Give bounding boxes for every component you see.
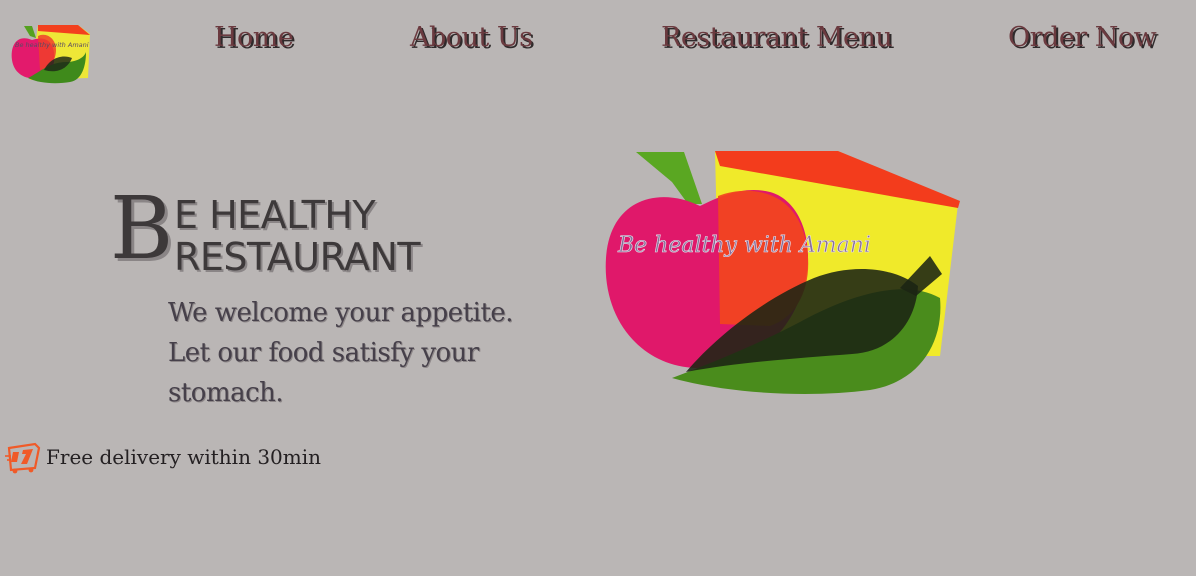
brand-logo-icon[interactable]: Be healthy with Amani	[10, 22, 90, 84]
nav-home-link[interactable]: Home	[214, 22, 294, 53]
delivery-truck-icon	[5, 442, 41, 474]
hero-title-line-2: RESTAURANT	[174, 235, 421, 279]
delivery-text: Free delivery within 30min	[46, 445, 322, 469]
delivery-info: Free delivery within 30min	[5, 440, 321, 474]
hero-title-line-1: E HEALTHY	[174, 193, 376, 237]
brand-logo-text: Be healthy with Amani	[15, 41, 89, 49]
apple-leaf-shape	[636, 152, 702, 204]
hero-logo-text: Be healthy with Amani	[617, 233, 871, 258]
hero-title-initial: B	[110, 179, 174, 279]
top-navbar: Be healthy with Amani Home About Us Rest…	[0, 0, 1196, 90]
nav-restaurant-menu-link[interactable]: Restaurant Menu	[661, 22, 893, 53]
hero-tagline: We welcome your appetite. Let our food s…	[168, 298, 514, 408]
nav-about-us-link[interactable]: About Us	[410, 22, 533, 53]
nav-order-now-link[interactable]: Order Now	[1008, 22, 1157, 53]
hero-brand-logo: Be healthy with Amani	[605, 151, 960, 394]
